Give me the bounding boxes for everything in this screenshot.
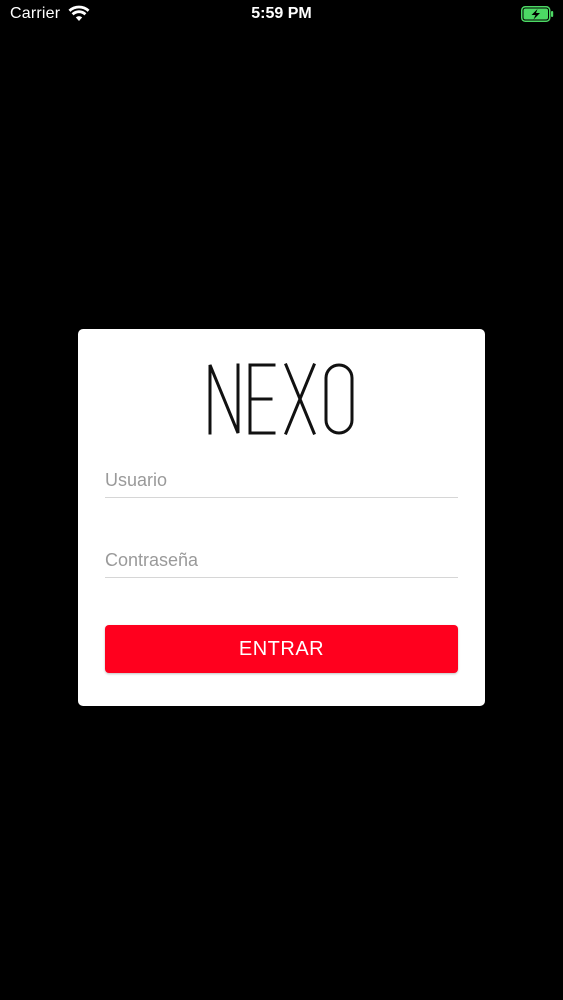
username-field-container — [105, 457, 458, 498]
status-bar: Carrier 5:59 PM — [0, 0, 563, 30]
login-screen: Carrier 5:59 PM Usuario ENTRAR — [0, 0, 563, 1000]
login-card: ENTRAR — [78, 329, 485, 706]
login-button[interactable]: ENTRAR — [105, 625, 458, 673]
username-input[interactable] — [105, 470, 458, 491]
battery-charging-icon — [521, 6, 554, 22]
password-field-container — [105, 537, 458, 578]
nexo-logo — [78, 363, 485, 435]
clock-time: 5:59 PM — [251, 5, 312, 22]
password-input[interactable] — [105, 550, 458, 571]
logo-wordmark — [208, 363, 353, 435]
